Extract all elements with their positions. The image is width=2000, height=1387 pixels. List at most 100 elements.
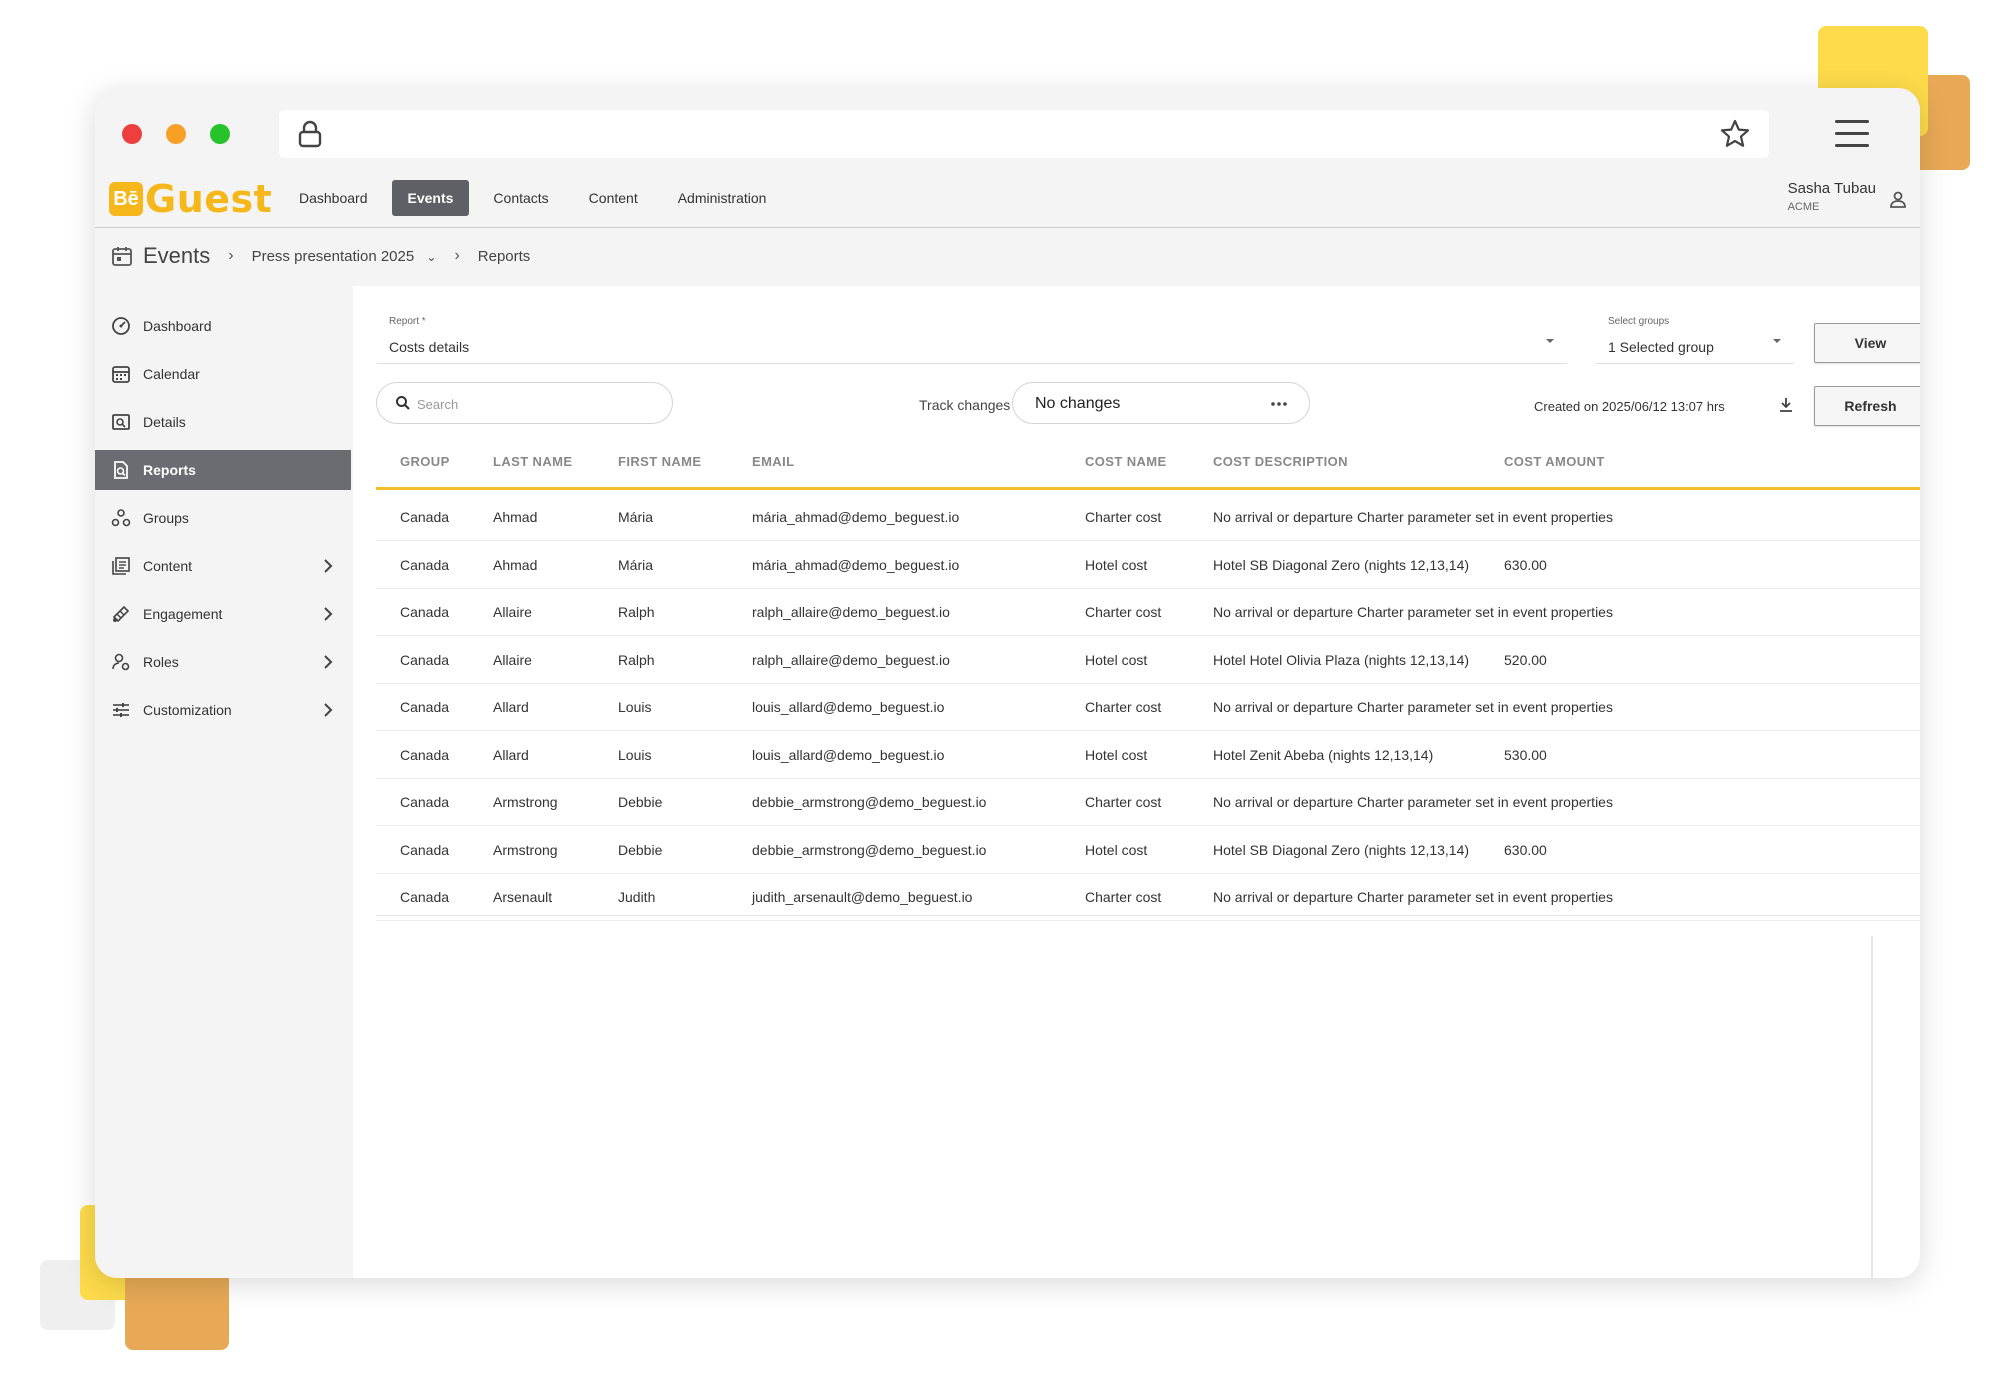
more-options-icon[interactable] <box>1271 402 1287 406</box>
sidebar-item-content[interactable]: Content <box>95 546 351 586</box>
track-changes-label: Track changes <box>919 397 1011 413</box>
sidebar-item-details[interactable]: Details <box>95 402 351 442</box>
nav-administration[interactable]: Administration <box>662 180 783 216</box>
cell-last-name: Ahmad <box>493 556 538 573</box>
report-select-label: Report * <box>389 316 426 327</box>
beguest-logo[interactable]: Bē Guest <box>109 177 272 221</box>
column-header-email[interactable]: EMAIL <box>752 454 794 469</box>
cell-email: debbie_armstrong@demo_beguest.io <box>752 841 987 858</box>
cell-cost-name: Charter cost <box>1085 889 1162 905</box>
table-row[interactable]: Canada Allard Louis louis_allard@demo_begue… <box>376 731 1920 779</box>
sidebar-item-customization[interactable]: Customization <box>95 690 351 730</box>
cell-cost-description: Hotel Hotel Olivia Plaza (nights 12,13,1… <box>1213 651 1470 668</box>
table-row[interactable]: Canada Ahmad Mária mária_ahmad@demo_beguest… <box>376 541 1920 589</box>
column-header-first-name[interactable]: FIRST NAME <box>618 454 701 469</box>
sidebar-item-groups[interactable]: Groups <box>95 498 351 538</box>
nav-events[interactable]: Events <box>391 180 470 216</box>
user-org: ACME <box>1787 201 1820 213</box>
user-menu[interactable]: Sasha Tubau ACME <box>1788 180 1876 213</box>
sidebar: Dashboard Calendar Details Reports Group… <box>95 306 351 738</box>
cell-group: Canada <box>400 509 450 525</box>
cell-first-name: Mária <box>618 509 654 525</box>
dashboard-icon <box>112 317 130 335</box>
created-timestamp: Created on 2025/06/12 13:07 hrs <box>1534 399 1725 414</box>
cell-first-name: Louis <box>618 699 652 715</box>
cell-email: louis_allard@demo_beguest.io <box>752 746 945 763</box>
breadcrumb-events[interactable]: Events <box>143 243 210 269</box>
table-row[interactable]: Canada Allaire Ralph ralph_allaire@demo_beg… <box>376 588 1920 636</box>
sidebar-item-roles[interactable]: Roles <box>95 642 351 682</box>
chevron-right-icon <box>324 655 333 669</box>
breadcrumb-event-select[interactable]: Press presentation 2025 ⌄ <box>252 248 437 265</box>
minimize-window-button[interactable] <box>166 124 186 144</box>
search-input[interactable] <box>417 393 657 415</box>
track-changes-select[interactable]: No changes <box>1012 382 1310 424</box>
cell-cost-name: Charter cost <box>1085 604 1162 620</box>
column-header-last-name[interactable]: LAST NAME <box>493 454 572 469</box>
breadcrumb-event-label: Press presentation 2025 <box>251 247 415 265</box>
column-header-cost-description[interactable]: COST DESCRIPTION <box>1213 454 1348 469</box>
cell-cost-amount: 520.00 <box>1504 651 1547 668</box>
sidebar-item-label: Roles <box>143 654 179 670</box>
cell-cost-description: No arrival or departure Charter paramete… <box>1213 604 1613 620</box>
table-row[interactable]: Canada Armstrong Debbie debbie_armstrong@de… <box>376 778 1920 826</box>
roles-icon <box>112 653 130 671</box>
column-header-cost-name[interactable]: COST NAME <box>1085 454 1167 469</box>
table-row[interactable]: Canada Allaire Ralph ralph_allaire@demo_beg… <box>376 636 1920 684</box>
cell-cost-name: Charter cost <box>1085 794 1162 810</box>
menu-hamburger-icon[interactable] <box>1835 120 1869 148</box>
nav-contacts[interactable]: Contacts <box>477 180 564 216</box>
report-select[interactable]: Report * Costs details <box>377 310 1567 364</box>
table-row[interactable]: Canada Armstrong Debbie debbie_armstrong@de… <box>376 826 1920 874</box>
view-button[interactable]: View <box>1814 323 1920 363</box>
calendar-icon <box>112 247 132 266</box>
cell-first-name: Louis <box>618 746 652 763</box>
table-row[interactable]: Canada Allard Louis louis_allard@demo_begue… <box>376 683 1920 731</box>
cell-cost-amount: 630.00 <box>1504 841 1547 858</box>
cell-first-name: Debbie <box>618 841 663 858</box>
cell-first-name: Ralph <box>618 604 655 620</box>
details-icon <box>112 414 130 430</box>
sidebar-item-dashboard[interactable]: Dashboard <box>95 306 351 346</box>
user-name: Sasha Tubau <box>1787 180 1876 197</box>
customization-icon <box>113 703 129 717</box>
cell-cost-description: No arrival or departure Charter paramete… <box>1213 794 1613 810</box>
groups-icon <box>111 509 131 527</box>
column-header-group[interactable]: GROUP <box>400 454 450 469</box>
table-row[interactable]: Canada Arsenault Judith judith_arsenault@de… <box>376 873 1920 921</box>
cell-first-name: Debbie <box>618 794 663 810</box>
bookmark-star-icon[interactable] <box>1719 118 1751 150</box>
sidebar-item-calendar[interactable]: Calendar <box>95 354 351 394</box>
nav-dashboard[interactable]: Dashboard <box>283 180 384 216</box>
cell-group: Canada <box>400 699 450 715</box>
report-select-value: Costs details <box>389 339 470 355</box>
cell-cost-name: Hotel cost <box>1085 556 1148 573</box>
dropdown-caret-icon <box>1773 339 1781 343</box>
browser-window: Bē Guest Dashboard Events Contacts Conte… <box>95 88 1920 1278</box>
close-window-button[interactable] <box>122 124 142 144</box>
sidebar-item-label: Engagement <box>143 606 223 622</box>
cell-email: ralph_allaire@demo_beguest.io <box>752 651 950 668</box>
cell-email: mária_ahmad@demo_beguest.io <box>752 556 960 573</box>
column-header-cost-amount[interactable]: COST AMOUNT <box>1504 454 1605 469</box>
cell-cost-description: No arrival or departure Charter paramete… <box>1213 889 1613 905</box>
cell-group: Canada <box>400 651 450 668</box>
breadcrumb: Events › Press presentation 2025 ⌄ › Rep… <box>111 238 530 274</box>
groups-select[interactable]: Select groups 1 Selected group <box>1596 310 1794 364</box>
user-icon[interactable] <box>1888 190 1908 210</box>
content-icon <box>112 557 130 575</box>
chevron-right-icon: › <box>228 247 234 264</box>
search-icon <box>396 396 410 410</box>
cell-cost-description: Hotel Zenit Abeba (nights 12,13,14) <box>1213 746 1434 763</box>
download-icon[interactable] <box>1778 396 1794 414</box>
search-box[interactable] <box>376 382 673 424</box>
sidebar-item-reports[interactable]: Reports <box>95 450 351 490</box>
maximize-window-button[interactable] <box>210 124 230 144</box>
cell-first-name: Ralph <box>618 651 655 668</box>
cell-email: louis_allard@demo_beguest.io <box>752 699 945 715</box>
nav-content[interactable]: Content <box>573 180 654 216</box>
table-row[interactable]: Canada Ahmad Mária mária_ahmad@demo_beguest… <box>376 493 1920 541</box>
sidebar-item-engagement[interactable]: Engagement <box>95 594 351 634</box>
address-bar[interactable] <box>279 110 1769 158</box>
refresh-button[interactable]: Refresh <box>1814 386 1920 426</box>
